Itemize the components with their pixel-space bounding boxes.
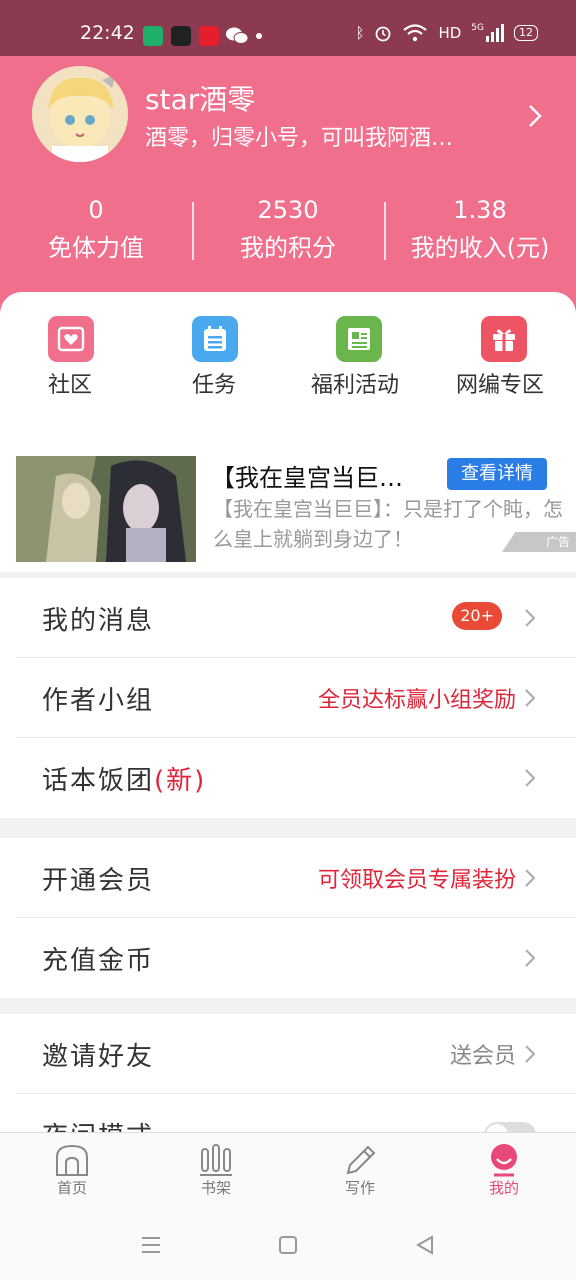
stat-value: 1.38 xyxy=(453,196,507,224)
menu-item-recharge[interactable]: 充值金币 xyxy=(16,918,576,998)
back-icon[interactable] xyxy=(414,1234,436,1256)
ad-image[interactable] xyxy=(16,456,196,562)
stats-row: 0 免体力值 2530 我的积分 1.38 我的收入(元) xyxy=(0,194,576,274)
feature-label: 网编专区 xyxy=(456,373,545,398)
stat-label: 我的收入(元) xyxy=(410,234,550,262)
stat-stamina[interactable]: 0 免体力值 xyxy=(0,194,192,274)
signal-label: 5G xyxy=(471,23,484,33)
avatar[interactable] xyxy=(32,66,128,162)
menu-item-messages[interactable]: 我的消息 20+ xyxy=(16,578,576,658)
feature-task[interactable]: 任务 xyxy=(192,316,302,402)
notification-app-icon xyxy=(143,26,163,46)
notification-video-icon xyxy=(171,26,191,46)
row-label: 充值金币 xyxy=(42,946,155,976)
feature-editor-zone[interactable]: 网编专区 xyxy=(456,316,546,402)
menu-section-2: 开通会员 可领取会员专属装扮 充值金币 xyxy=(0,838,576,998)
bookshelf-icon xyxy=(200,1144,232,1176)
row-label: 作者小组 xyxy=(42,686,155,716)
battery-indicator: 12 xyxy=(514,25,538,41)
ad-title: 【我在皇宫当巨… xyxy=(211,464,403,492)
status-time: 22:42 xyxy=(80,22,135,44)
row-value: 送会员 xyxy=(449,1044,516,1069)
community-icon xyxy=(48,316,94,362)
row-label: 我的消息 xyxy=(42,606,155,636)
feature-label: 福利活动 xyxy=(311,373,400,398)
feature-welfare[interactable]: 福利活动 xyxy=(311,316,407,402)
chevron-right-icon xyxy=(525,869,536,887)
chevron-right-icon xyxy=(525,609,536,627)
chevron-right-icon[interactable] xyxy=(528,104,542,128)
gift-icon xyxy=(481,316,527,362)
chevron-right-icon xyxy=(525,769,536,787)
feature-label: 任务 xyxy=(192,373,237,398)
notification-news-icon xyxy=(199,26,219,46)
row-value: 全员达标赢小组奖励 xyxy=(317,688,516,713)
unread-badge: 20+ xyxy=(452,602,502,630)
chevron-right-icon xyxy=(525,1045,536,1063)
welfare-icon xyxy=(336,316,382,362)
notification-dot-icon xyxy=(256,33,262,39)
row-label: 开通会员 xyxy=(42,866,155,896)
tab-label: 我的 xyxy=(488,1179,519,1197)
ad-details-button[interactable]: 查看详情 xyxy=(447,458,547,490)
menu-item-night-mode[interactable]: 夜间模式 xyxy=(16,1094,576,1134)
stat-points[interactable]: 2530 我的积分 xyxy=(192,194,384,274)
wechat-icon xyxy=(226,27,248,44)
row-label: 邀请好友 xyxy=(42,1042,155,1072)
row-label: 话本饭团(新) xyxy=(42,760,206,797)
feature-card: 社区 任务 福利活动 网编专区 【我在皇宫当巨… 查看详情 【我在皇宫当巨巨】：… xyxy=(0,292,576,572)
menu-icon[interactable] xyxy=(140,1234,162,1256)
new-tag: (新) xyxy=(154,766,207,796)
wifi-icon xyxy=(403,24,428,42)
menu-item-story-group[interactable]: 话本饭团(新) xyxy=(16,738,576,818)
chevron-right-icon xyxy=(525,949,536,967)
signal-icon: 5G xyxy=(471,24,504,42)
home-icon xyxy=(56,1144,88,1176)
chevron-right-icon xyxy=(525,689,536,707)
menu-section-3: 邀请好友 送会员 夜间模式 xyxy=(0,1014,576,1134)
network-type: HD xyxy=(438,24,462,42)
avatar-image xyxy=(32,66,128,162)
tab-mine[interactable]: 我的 xyxy=(454,1133,554,1215)
tab-bookshelf[interactable]: 书架 xyxy=(166,1133,266,1215)
stat-income[interactable]: 1.38 我的收入(元) xyxy=(384,194,576,274)
task-icon xyxy=(192,316,238,362)
signature: 酒零，归零小号，可叫我阿酒… xyxy=(145,126,454,151)
bluetooth-icon: ᛒ xyxy=(355,24,365,42)
system-nav-bar xyxy=(0,1214,576,1280)
alarm-icon xyxy=(376,26,391,42)
menu-item-author-group[interactable]: 作者小组 全员达标赢小组奖励 xyxy=(16,658,576,738)
menu-section-1: 我的消息 20+ 作者小组 全员达标赢小组奖励 话本饭团(新) xyxy=(0,578,576,818)
bottom-tab-bar: 首页 书架 写作 我的 xyxy=(0,1132,576,1214)
status-bar: 22:42 ᛒ HD 5G 12 xyxy=(0,0,576,56)
pencil-icon xyxy=(346,1145,376,1175)
tab-label: 写作 xyxy=(344,1179,375,1197)
stat-label: 免体力值 xyxy=(48,234,144,262)
tab-label: 首页 xyxy=(56,1179,87,1197)
profile-icon xyxy=(491,1144,517,1177)
ad-illustration xyxy=(16,456,196,562)
stat-value: 2530 xyxy=(257,196,319,224)
stat-label: 我的积分 xyxy=(240,234,336,262)
row-value: 可领取会员专属装扮 xyxy=(317,868,516,893)
status-right-group: ᛒ HD 5G 12 xyxy=(355,24,538,42)
row-label-text: 话本饭团 xyxy=(42,766,155,796)
feature-label: 社区 xyxy=(48,373,93,398)
tab-home[interactable]: 首页 xyxy=(22,1133,122,1215)
username: star酒零 xyxy=(145,83,256,116)
menu-item-invite[interactable]: 邀请好友 送会员 xyxy=(16,1014,576,1094)
tab-label: 书架 xyxy=(200,1179,231,1197)
menu-item-membership[interactable]: 开通会员 可领取会员专属装扮 xyxy=(16,838,576,918)
home-button-icon[interactable] xyxy=(277,1234,299,1256)
stat-value: 0 xyxy=(88,196,104,224)
feature-community[interactable]: 社区 xyxy=(48,316,158,402)
ad-banner[interactable]: 【我在皇宫当巨… 查看详情 【我在皇宫当巨巨】：只是打了个盹，怎么皇上就躺到身边… xyxy=(16,456,576,562)
profile-header[interactable]: star酒零 酒零，归零小号，可叫我阿酒… 0 免体力值 2530 我的积分 1… xyxy=(0,56,576,316)
tab-write[interactable]: 写作 xyxy=(310,1133,410,1215)
